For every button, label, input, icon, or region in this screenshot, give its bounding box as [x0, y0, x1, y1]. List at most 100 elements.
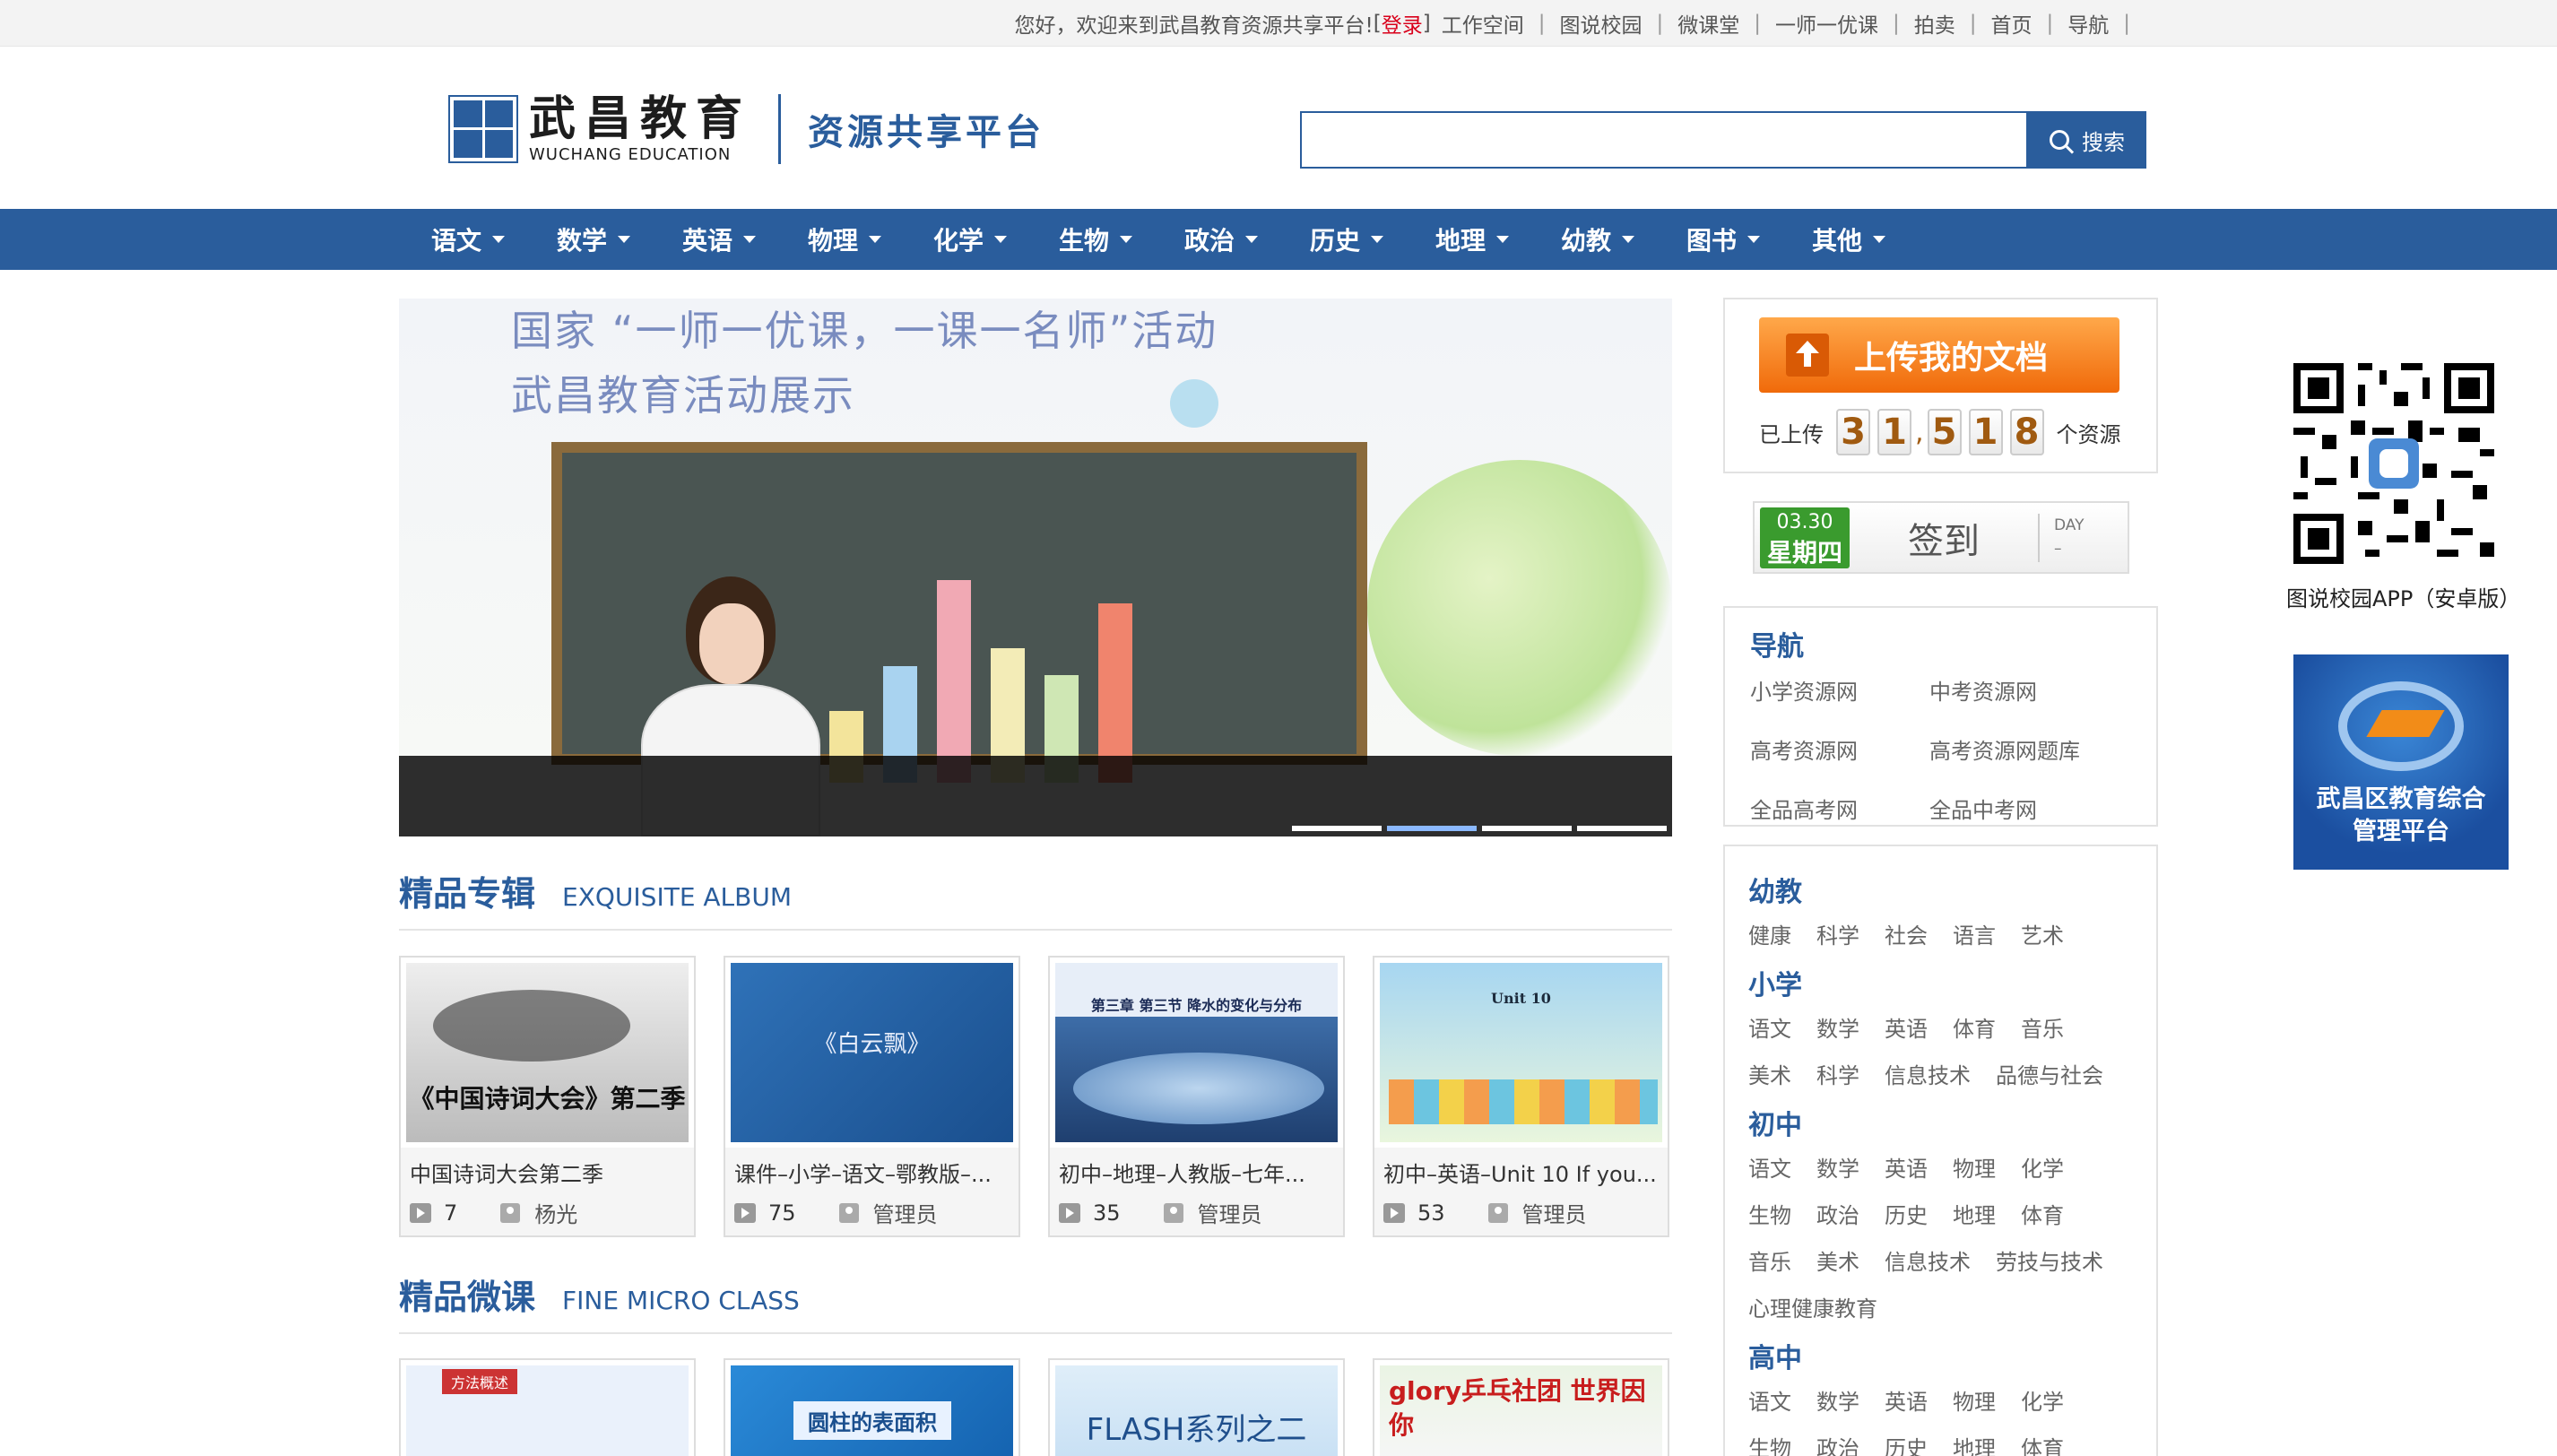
nav-link-zhongkao[interactable]: 中考资源网 — [1929, 674, 2109, 706]
category-link[interactable]: 体育 — [2021, 1198, 2064, 1229]
category-link[interactable]: 语文 — [1748, 1151, 1791, 1183]
category-link[interactable]: 健康 — [1748, 918, 1791, 949]
nav-link-primary[interactable]: 小学资源网 — [1750, 674, 1929, 706]
nav-link-gaokao-bank[interactable]: 高考资源网题库 — [1929, 733, 2109, 765]
category-link[interactable]: 政治 — [1816, 1198, 1859, 1229]
nav-item-preschool[interactable]: 幼教 — [1535, 209, 1660, 270]
signin-widget[interactable]: 03.30 星期四 签到 DAY – — [1753, 501, 2129, 574]
album-card-title[interactable]: 中国诗词大会第二季 — [401, 1148, 694, 1188]
category-link[interactable]: 艺术 — [2021, 918, 2064, 949]
welcome-text: 您好，欢迎来到武昌教育资源共享平台! — [1014, 14, 1374, 38]
micro-card[interactable]: 方法概述 — [399, 1358, 696, 1456]
carousel-dot[interactable] — [1482, 826, 1572, 831]
education-platform-banner[interactable]: 武昌区教育综合 管理平台 — [2293, 654, 2509, 870]
carousel-dot[interactable] — [1577, 826, 1667, 831]
album-card-title[interactable]: 课件–小学–语文–鄂教版–... — [725, 1148, 1018, 1188]
top-link-microclass[interactable]: 微课堂 — [1677, 8, 1739, 39]
category-link[interactable]: 体育 — [2021, 1431, 2064, 1456]
category-heading-senior[interactable]: 高中 — [1748, 1336, 1802, 1375]
nav-item-geography[interactable]: 地理 — [1409, 209, 1535, 270]
top-link-home[interactable]: 首页 — [1991, 8, 2033, 39]
category-link[interactable]: 历史 — [1885, 1198, 1928, 1229]
top-link-workspace[interactable]: 工作空间 — [1442, 8, 1524, 39]
category-link[interactable]: 英语 — [1885, 1011, 1928, 1043]
nav-item-physics[interactable]: 物理 — [782, 209, 907, 270]
category-link[interactable]: 化学 — [2021, 1384, 2064, 1416]
top-link-auction[interactable]: 拍卖 — [1914, 8, 1955, 39]
micro-card[interactable]: glory乒乓社团 世界因你 — [1373, 1358, 1669, 1456]
caret-down-icon — [1496, 236, 1509, 243]
top-link-campus[interactable]: 图说校园 — [1560, 8, 1643, 39]
banner-carousel[interactable]: 国家 “一师一优课，一课一名师”活动 武昌教育活动展示 — [399, 299, 1672, 836]
category-link[interactable]: 地理 — [1953, 1198, 1996, 1229]
upload-document-button[interactable]: 上传我的文档 — [1759, 317, 2119, 393]
category-link[interactable]: 音乐 — [1748, 1244, 1791, 1276]
category-link[interactable]: 科学 — [1816, 1058, 1859, 1089]
category-link[interactable]: 数学 — [1816, 1011, 1859, 1043]
nav-item-math[interactable]: 数学 — [531, 209, 656, 270]
category-link[interactable]: 化学 — [2021, 1151, 2064, 1183]
album-card[interactable]: 第三章 第三节 降水的变化与分布 初中–地理–人教版–七年... 35 管理员 — [1048, 956, 1345, 1237]
nav-item-chinese[interactable]: 语文 — [405, 209, 531, 270]
nav-link-gaokao[interactable]: 高考资源网 — [1750, 733, 1929, 765]
top-link-nav[interactable]: 导航 — [2067, 8, 2109, 39]
category-link[interactable]: 数学 — [1816, 1151, 1859, 1183]
category-heading-preschool[interactable]: 幼教 — [1748, 870, 1802, 909]
category-link[interactable]: 品德与社会 — [1996, 1058, 2103, 1089]
category-link[interactable]: 英语 — [1885, 1384, 1928, 1416]
category-heading-primary[interactable]: 小学 — [1748, 963, 1802, 1002]
nav-item-politics[interactable]: 政治 — [1158, 209, 1284, 270]
search-button[interactable]: 搜索 — [2028, 111, 2146, 169]
album-card-title[interactable]: 初中–英语–Unit 10 If you... — [1374, 1148, 1668, 1188]
category-link[interactable]: 语文 — [1748, 1384, 1791, 1416]
qr-code-image[interactable] — [2293, 363, 2494, 564]
top-link-yishi[interactable]: 一师一优课 — [1775, 8, 1878, 39]
login-bracket-open: [ — [1373, 12, 1382, 35]
micro-card[interactable]: FLASH系列之二 — [1048, 1358, 1345, 1456]
carousel-dot-active[interactable] — [1387, 826, 1477, 831]
category-link[interactable]: 历史 — [1885, 1431, 1928, 1456]
album-card[interactable]: 《中国诗词大会》第二季 中国诗词大会第二季 7 杨光 — [399, 956, 696, 1237]
category-link[interactable]: 英语 — [1885, 1151, 1928, 1183]
album-card-title[interactable]: 初中–地理–人教版–七年... — [1050, 1148, 1343, 1188]
signin-button-label[interactable]: 签到 — [1850, 512, 2038, 564]
album-card[interactable]: 《白云飘》 课件–小学–语文–鄂教版–... 75 管理员 — [724, 956, 1020, 1237]
category-link[interactable]: 语文 — [1748, 1011, 1791, 1043]
login-link[interactable]: 登录 — [1382, 8, 1423, 39]
micro-card[interactable]: 圆柱的表面积 — [724, 1358, 1020, 1456]
nav-item-other[interactable]: 其他 — [1786, 209, 1911, 270]
nav-item-history[interactable]: 历史 — [1284, 209, 1409, 270]
category-link[interactable]: 心理健康教育 — [1748, 1291, 1877, 1322]
category-link[interactable]: 政治 — [1816, 1431, 1859, 1456]
category-link[interactable]: 劳技与技术 — [1996, 1244, 2103, 1276]
site-logo[interactable]: 武昌教育 WUCHANG EDUCATION 资源共享平台 — [448, 93, 1044, 164]
album-card[interactable]: Unit 10 初中–英语–Unit 10 If you... 53 管理员 — [1373, 956, 1669, 1237]
category-link[interactable]: 信息技术 — [1885, 1244, 1971, 1276]
category-link[interactable]: 美术 — [1748, 1058, 1791, 1089]
category-link[interactable]: 数学 — [1816, 1384, 1859, 1416]
category-link[interactable]: 生物 — [1748, 1431, 1791, 1456]
carousel-dot[interactable] — [1292, 826, 1382, 831]
category-link[interactable]: 美术 — [1816, 1244, 1859, 1276]
category-box: 幼教 健康 科学 社会 语言 艺术 小学 语文 数学 英语 体育 音乐 美术 科… — [1723, 845, 2158, 1456]
nav-link-quanpin-zhongkao[interactable]: 全品中考网 — [1929, 793, 2109, 824]
category-link[interactable]: 信息技术 — [1885, 1058, 1971, 1089]
search-input[interactable] — [1300, 111, 2028, 169]
nav-link-quanpin-gaokao[interactable]: 全品高考网 — [1750, 793, 1929, 824]
nav-item-books[interactable]: 图书 — [1660, 209, 1786, 270]
category-link[interactable]: 体育 — [1953, 1011, 1996, 1043]
category-link[interactable]: 科学 — [1816, 918, 1859, 949]
category-link[interactable]: 物理 — [1953, 1384, 1996, 1416]
category-heading-junior[interactable]: 初中 — [1748, 1103, 1802, 1142]
nav-item-english[interactable]: 英语 — [656, 209, 782, 270]
category-link[interactable]: 生物 — [1748, 1198, 1791, 1229]
category-link[interactable]: 音乐 — [2021, 1011, 2064, 1043]
category-link[interactable]: 社会 — [1885, 918, 1928, 949]
nav-item-biology[interactable]: 生物 — [1033, 209, 1158, 270]
category-link[interactable]: 物理 — [1953, 1151, 1996, 1183]
category-row: 心理健康教育 — [1748, 1291, 1877, 1322]
category-link[interactable]: 语言 — [1953, 918, 1996, 949]
signin-day-counter: DAY – — [2038, 513, 2119, 562]
nav-item-chemistry[interactable]: 化学 — [907, 209, 1033, 270]
category-link[interactable]: 地理 — [1953, 1431, 1996, 1456]
